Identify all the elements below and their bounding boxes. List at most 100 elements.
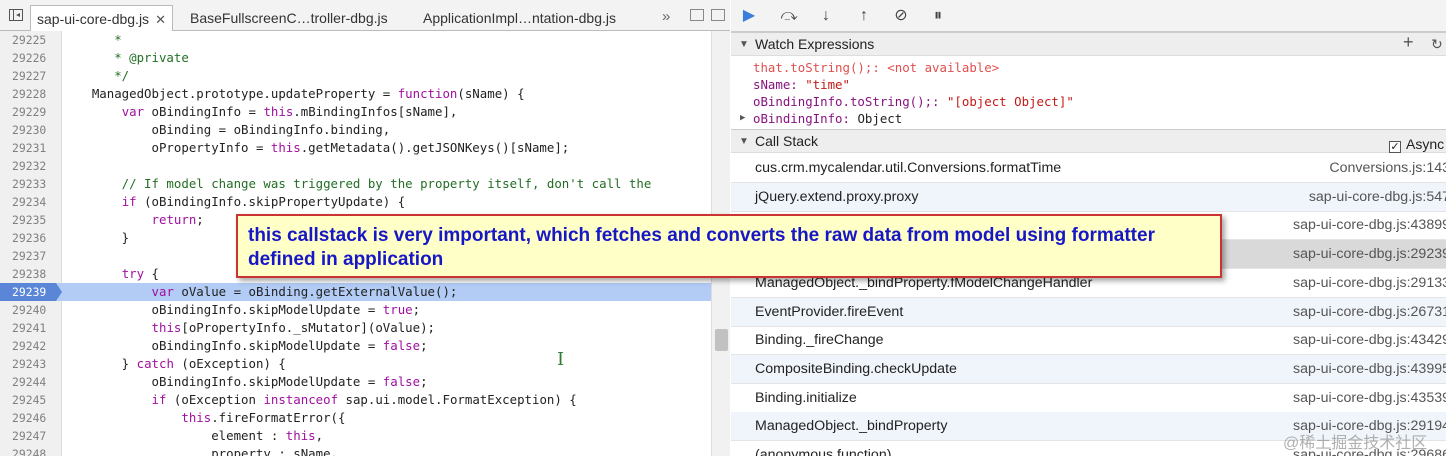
line-number[interactable]: 29225 <box>0 31 62 49</box>
tab-overflow-icon[interactable]: » <box>662 8 670 25</box>
add-watch-icon[interactable]: + <box>1403 31 1414 54</box>
frame-location-link[interactable]: sap-ui-core-dbg.js:547 <box>1309 183 1446 211</box>
code-text: } <box>62 230 130 245</box>
code-line[interactable]: 29244 oBindingInfo.skipModelUpdate = fal… <box>0 373 711 391</box>
frame-function: Binding.initialize <box>755 389 857 406</box>
code-text: element : this, <box>62 428 324 443</box>
watermark: @稀土掘金技术社区 <box>1283 435 1428 452</box>
code-text: oPropertyInfo = this.getMetadata().getJS… <box>62 140 570 155</box>
line-number[interactable]: 29232 <box>0 157 62 175</box>
code-line[interactable]: 29231 oPropertyInfo = this.getMetadata()… <box>0 139 711 157</box>
code-line[interactable]: 29227 */ <box>0 67 711 85</box>
code-line[interactable]: 29234 if (oBindingInfo.skipPropertyUpdat… <box>0 193 711 211</box>
code-text: try { <box>121 266 159 281</box>
line-number[interactable]: 29248 <box>0 445 62 456</box>
pause-on-exceptions-icon[interactable]: ⏸ <box>926 5 950 27</box>
code-line[interactable]: 29248 property : sName, <box>0 445 711 456</box>
call-stack-header[interactable]: ▼ Call Stack ✓ Async <box>731 129 1446 153</box>
watch-item[interactable]: oBindingInfo.toString();: "[object Objec… <box>731 93 1446 110</box>
line-number[interactable]: 29245 <box>0 391 62 409</box>
line-number[interactable]: 29236 <box>0 229 62 247</box>
close-icon[interactable]: ✕ <box>155 12 166 27</box>
tab-sap-ui-core-dbg[interactable]: sap-ui-core-dbg.js ✕ <box>30 5 173 31</box>
panel-toggle-icon[interactable] <box>711 9 725 21</box>
line-number[interactable]: 29230 <box>0 121 62 139</box>
checkbox-checked-icon[interactable]: ✓ <box>1389 141 1401 153</box>
line-number[interactable]: 29239 <box>0 283 62 301</box>
line-number[interactable]: 29229 <box>0 103 62 121</box>
refresh-icon[interactable]: ↻ <box>1431 33 1443 56</box>
line-number[interactable]: 29235 <box>0 211 62 229</box>
code-line[interactable]: 29247 element : this, <box>0 427 711 445</box>
code-text: oBindingInfo.skipModelUpdate = false; <box>62 338 428 353</box>
line-number[interactable]: 29247 <box>0 427 62 445</box>
frame-location-link[interactable]: sap-ui-core-dbg.js:26731 <box>1293 298 1446 326</box>
line-number[interactable]: 29238 <box>0 265 62 283</box>
code-line[interactable]: 29232 <box>0 157 711 175</box>
scrollbar-thumb[interactable] <box>715 329 728 351</box>
tab-application-implementation[interactable]: ApplicationImpl…ntation-dbg.js <box>417 5 622 31</box>
code-text: oBindingInfo.skipModelUpdate = true; <box>62 302 421 317</box>
toggle-debugger-icon[interactable] <box>690 9 704 21</box>
resume-icon[interactable]: ▶ <box>737 5 761 27</box>
watch-item[interactable]: sName: "time" <box>731 76 1446 93</box>
code-line[interactable]: 29240 oBindingInfo.skipModelUpdate = tru… <box>0 301 711 319</box>
call-frame[interactable]: cus.crm.mycalendar.util.Conversions.form… <box>731 154 1446 183</box>
tab-basefullscreen-controller[interactable]: BaseFullscreenC…troller-dbg.js <box>184 5 394 31</box>
line-number[interactable]: 29227 <box>0 67 62 85</box>
call-frame[interactable]: Binding._fireChange sap-ui-core-dbg.js:43… <box>731 326 1446 356</box>
line-number[interactable]: 29242 <box>0 337 62 355</box>
code-line[interactable]: 29241 this[oPropertyInfo._sMutator](oVal… <box>0 319 711 337</box>
watch-expressions-header[interactable]: ▼ Watch Expressions + ↻ <box>731 32 1446 56</box>
collapse-triangle-icon: ▼ <box>739 136 749 147</box>
line-number[interactable]: 29243 <box>0 355 62 373</box>
call-frame[interactable]: EventProvider.fireEvent sap-ui-core-dbg.j… <box>731 297 1446 327</box>
async-checkbox[interactable]: ✓ Async <box>1389 133 1444 156</box>
frame-location-link[interactable]: sap-ui-core-dbg.js:43995 <box>1293 355 1446 383</box>
line-number[interactable]: 29241 <box>0 319 62 337</box>
line-number[interactable]: 29246 <box>0 409 62 427</box>
code-line[interactable]: 29228 ManagedObject.prototype.updateProp… <box>0 85 711 103</box>
line-number[interactable]: 29234 <box>0 193 62 211</box>
line-number[interactable]: 29228 <box>0 85 62 103</box>
code-line[interactable]: 29233 // If model change was triggered b… <box>0 175 711 193</box>
line-number[interactable]: 29233 <box>0 175 62 193</box>
frame-function: cus.crm.mycalendar.util.Conversions.form… <box>755 160 1062 176</box>
collapse-triangle-icon: ▼ <box>739 39 749 50</box>
frame-location-link[interactable]: Conversions.js:143 <box>1329 154 1446 182</box>
code-line-paused[interactable]: 29239 var oValue = oBinding.getExternalV… <box>0 283 711 301</box>
line-number[interactable]: 29226 <box>0 49 62 67</box>
frame-function: Binding._fireChange <box>755 332 884 349</box>
expand-triangle-icon[interactable]: ▶ <box>740 110 745 127</box>
async-label: Async <box>1406 136 1445 152</box>
code-line[interactable]: 29225 * <box>0 31 711 49</box>
watch-item[interactable]: ▶ oBindingInfo: Object <box>731 110 1446 127</box>
code-line[interactable]: 29243 } catch (oException) { <box>0 355 711 373</box>
call-frame[interactable]: CompositeBinding.checkUpdate sap-ui-core-… <box>731 354 1446 384</box>
call-frame[interactable]: Binding.initialize sap-ui-core-dbg.js:435… <box>731 384 1446 413</box>
line-number[interactable]: 29237 <box>0 247 62 265</box>
frame-location-link[interactable]: sap-ui-core-dbg.js:29133 <box>1293 269 1446 297</box>
step-over-icon[interactable]: ⤼ <box>777 5 801 27</box>
frame-location-link[interactable]: sap-ui-core-dbg.js:43429 <box>1293 326 1446 354</box>
code-line[interactable]: 29246 this.fireFormatError({ <box>0 409 711 427</box>
frame-location-link[interactable]: sap-ui-core-dbg.js:43539 <box>1293 384 1446 412</box>
code-line[interactable]: 29230 oBinding = oBindingInfo.binding, <box>0 121 711 139</box>
code-line[interactable]: 29226 * @private <box>0 49 711 67</box>
frame-location-link[interactable]: sap-ui-core-dbg.js:43899 <box>1293 211 1446 239</box>
code-line[interactable]: 29242 oBindingInfo.skipModelUpdate = fal… <box>0 337 711 355</box>
call-frame[interactable]: jQuery.extend.proxy.proxy sap-ui-core-dbg… <box>731 182 1446 212</box>
line-number[interactable]: 29231 <box>0 139 62 157</box>
step-out-icon[interactable]: ↑ <box>852 5 876 27</box>
annotation-text: this callstack is very important, which … <box>248 225 1155 270</box>
code-line[interactable]: 29229 var oBindingInfo = this.mBindingIn… <box>0 103 711 121</box>
deactivate-breakpoints-icon[interactable]: ⊘ <box>889 5 913 27</box>
line-number[interactable]: 29244 <box>0 373 62 391</box>
watch-item[interactable]: that.toString();: <not available> <box>731 59 1446 76</box>
code-line[interactable]: 29245 if (oException instanceof sap.ui.m… <box>0 391 711 409</box>
code-text: if (oBindingInfo.skipPropertyUpdate) { <box>121 194 406 209</box>
frame-location-link[interactable]: sap-ui-core-dbg.js:29239 <box>1293 240 1446 268</box>
step-into-icon[interactable]: ↓ <box>814 5 838 27</box>
line-number[interactable]: 29240 <box>0 301 62 319</box>
navigator-toggle-icon[interactable] <box>9 9 23 21</box>
